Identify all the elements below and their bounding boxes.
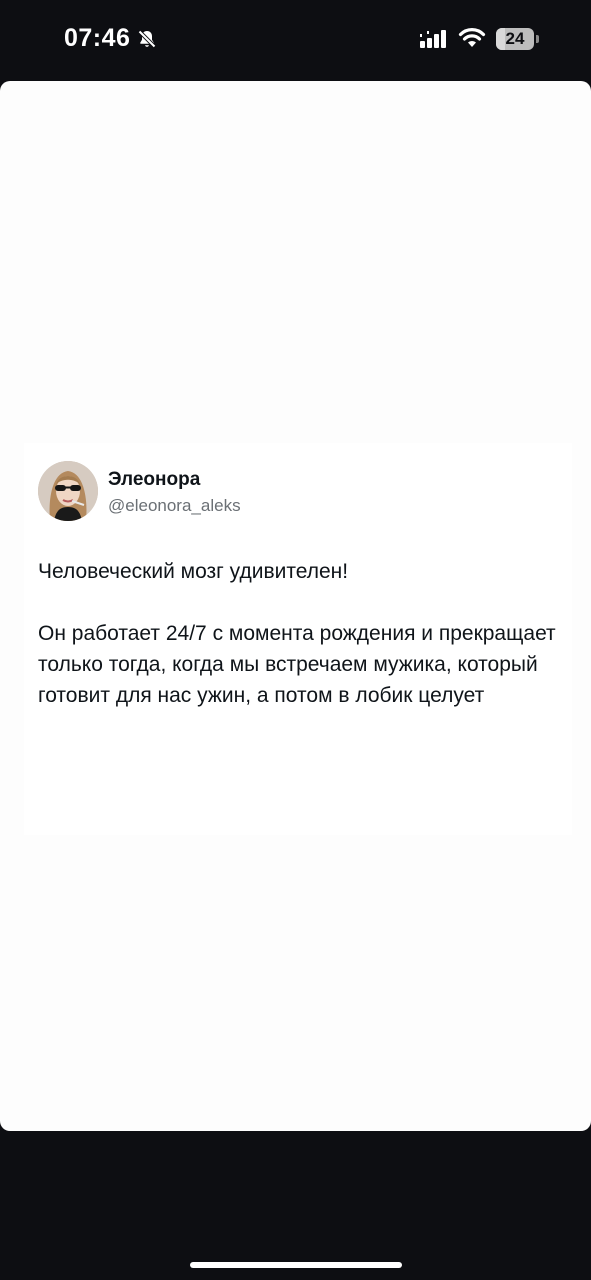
- avatar[interactable]: [38, 461, 98, 521]
- image-sheet: Элеонора @eleonora_aleks Человеческий мо…: [0, 81, 591, 1131]
- tweet-text: Человеческий мозг удивителен! Он работае…: [38, 556, 558, 742]
- user-handle[interactable]: @eleonora_aleks: [108, 496, 241, 516]
- wifi-icon: [458, 28, 486, 47]
- bell-muted-icon: [138, 30, 156, 48]
- home-indicator[interactable]: [190, 1262, 402, 1268]
- battery-level: 24: [505, 29, 525, 48]
- tweet-paragraph: Человеческий мозг удивителен!: [38, 560, 349, 583]
- tweet-card: Элеонора @eleonora_aleks Человеческий мо…: [24, 443, 572, 835]
- display-name[interactable]: Элеонора: [108, 469, 200, 491]
- battery-icon: 24: [496, 28, 540, 50]
- status-time: 07:46: [64, 24, 131, 52]
- tweet-paragraph: Он работает 24/7 с момента рождения и пр…: [38, 622, 556, 707]
- signal-icon: [420, 30, 446, 48]
- status-bar: 07:46 24: [0, 0, 591, 80]
